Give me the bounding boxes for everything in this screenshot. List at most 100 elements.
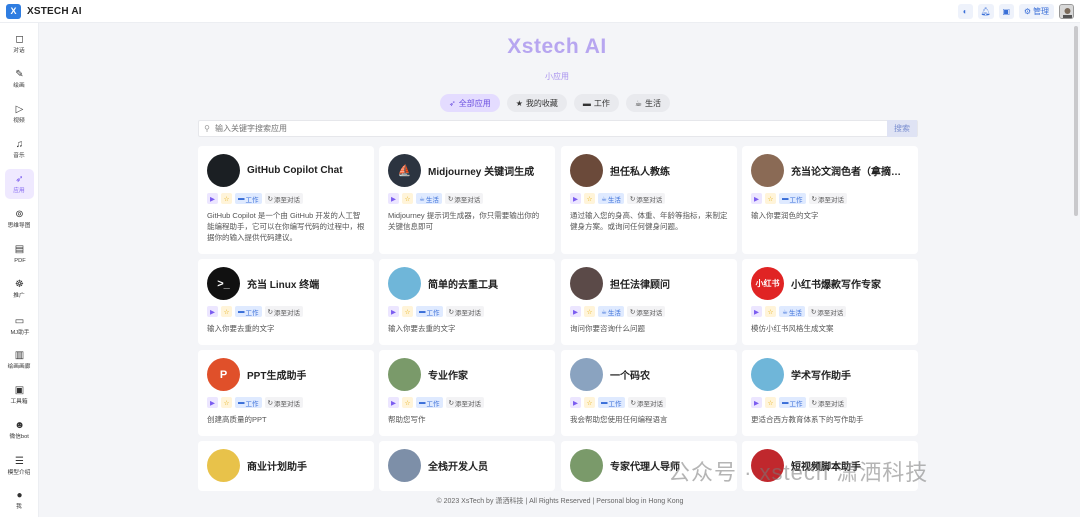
add-to-chat-button[interactable]: ↻ 添至对话 xyxy=(808,193,847,204)
star-icon[interactable]: ☆ xyxy=(402,193,413,204)
add-to-chat-button[interactable]: ↻ 添至对话 xyxy=(626,306,666,317)
app-description: 更适合西方教育体系下的写作助手 xyxy=(751,415,864,424)
add-to-chat-button[interactable]: ↻ 添至对话 xyxy=(626,193,666,204)
app-card[interactable]: 专业作家 ▶ ☆ ▬ 工作 ↻ 添至对话 帮助您写作 xyxy=(379,350,555,436)
app-card[interactable]: 一个码农 ▶ ☆ ▬ 工作 ↻ 添至对话 我会帮助您使用任何编程语言 xyxy=(561,350,737,436)
app-tags: ▶ ☆ ▬ 工作 ↻ 添至对话 xyxy=(207,306,365,317)
sidebar-item-tools[interactable]: ▣ 工具箱 xyxy=(5,380,34,410)
play-icon[interactable]: ▶ xyxy=(207,193,218,204)
search-button[interactable]: 搜索 xyxy=(887,120,917,137)
add-to-chat-button[interactable]: ↻ 添至对话 xyxy=(445,306,484,317)
app-card[interactable]: 全栈开发人员 xyxy=(379,441,555,491)
play-icon[interactable]: ▶ xyxy=(570,306,581,317)
play-icon[interactable]: ▶ xyxy=(751,306,762,317)
star-icon[interactable]: ☆ xyxy=(584,397,595,408)
add-chat-icon: ↻ xyxy=(448,308,454,316)
page-subtitle: 小应用 xyxy=(545,72,569,81)
sidebar-item-mj[interactable]: ▭ MJ助手 xyxy=(5,311,34,341)
add-to-chat-label: 添至对话 xyxy=(817,196,844,204)
theme-icon[interactable]: ◐ xyxy=(957,3,973,19)
add-chat-icon: ↻ xyxy=(447,195,454,203)
tab-category[interactable]: ★ 我的收藏 xyxy=(506,94,567,112)
star-icon[interactable]: ☆ xyxy=(765,397,776,408)
search-input[interactable] xyxy=(215,124,887,133)
app-card[interactable]: GitHub Copilot Chat ▶ ☆ ▬ 工作 ↻ 添至对话 GitHub Copi… xyxy=(198,146,374,254)
app-description: 我会帮助您使用任何编程语言 xyxy=(570,415,668,424)
play-icon[interactable]: ▶ xyxy=(388,306,399,317)
add-to-chat-label: 添至对话 xyxy=(273,400,300,408)
bell-icon[interactable]: 🔔︎ xyxy=(977,3,994,19)
sidebar-item-me[interactable]: ● 我 xyxy=(5,485,34,515)
star-icon[interactable]: ☆ xyxy=(584,193,595,204)
app-card[interactable]: ⛵ Midjourney 关键词生成 ▶ ☆ ☕ 生活 ↻ 添至对话 Midjourney 提示… xyxy=(379,146,555,254)
user-avatar[interactable] xyxy=(1059,3,1074,19)
add-to-chat-button[interactable]: ↻ 添至对话 xyxy=(627,397,666,408)
play-icon[interactable]: ▶ xyxy=(751,193,762,204)
play-icon[interactable]: ▶ xyxy=(751,397,762,408)
play-icon[interactable]: ▶ xyxy=(570,397,581,408)
play-icon[interactable]: ▶ xyxy=(207,306,218,317)
app-card[interactable]: 学术写作助手 ▶ ☆ ▬ 工作 ↻ 添至对话 更适合西方教育体系下的写作助手 xyxy=(742,350,918,436)
star-icon[interactable]: ☆ xyxy=(765,193,776,204)
sidebar-item-gallery[interactable]: ▥ 绘画画廊 xyxy=(5,345,34,375)
star-icon[interactable]: ☆ xyxy=(402,306,413,317)
sidebar-item-mindmap[interactable]: ⊚ 思维导图 xyxy=(5,204,34,234)
app-card[interactable]: P PPT生成助手 ▶ ☆ ▬ 工作 ↻ 添至对话 创建高质量的PPT xyxy=(198,350,374,436)
briefcase-icon: ▬ xyxy=(419,399,426,406)
sidebar-item-draw[interactable]: ✎ 绘画 xyxy=(5,64,34,94)
gift-icon[interactable]: ▣ xyxy=(998,3,1014,19)
play-icon[interactable]: ▶ xyxy=(388,193,399,204)
star-icon[interactable]: ☆ xyxy=(584,306,595,317)
app-card[interactable]: 小红书 小红书爆款写作专家 ▶ ☆ ☕ 生活 ↻ 添至对话 模仿小红书风格生成文案 xyxy=(742,259,918,345)
add-to-chat-button[interactable]: ↻ 添至对话 xyxy=(808,397,847,408)
tab-category[interactable]: ➶ 全部应用 xyxy=(440,94,500,112)
app-card[interactable]: 简单的去重工具 ▶ ☆ ▬ 工作 ↻ 添至对话 输入你要去重的文字 xyxy=(379,259,555,345)
app-tags: ▶ ☆ ☕ 生活 ↻ 添至对话 xyxy=(388,193,546,204)
app-card[interactable]: >_ 充当 Linux 终端 ▶ ☆ ▬ 工作 ↻ 添至对话 输入你要去重的文字 xyxy=(198,259,374,345)
tab-category[interactable]: ▬ 工作 xyxy=(573,94,619,112)
app-avatar-icon xyxy=(388,449,421,482)
sidebar-item-wechatbot[interactable]: ☻ 微信bot xyxy=(5,415,34,445)
sidebar-item-video[interactable]: ▷ 视频 xyxy=(5,99,34,129)
app-description: Midjourney 提示词生成器，你只需要输出你的关键信息即可 xyxy=(388,211,540,231)
app-card-header: 一个码农 xyxy=(570,358,728,391)
add-to-chat-label: 添至对话 xyxy=(817,400,844,408)
play-icon[interactable]: ▶ xyxy=(207,397,218,408)
app-avatar-icon: P xyxy=(207,358,240,391)
app-title: 全栈开发人员 xyxy=(428,462,488,473)
app-card[interactable]: 商业计划助手 xyxy=(198,441,374,491)
app-avatar-icon xyxy=(570,358,603,391)
manage-button[interactable]: ⚙ 管理 xyxy=(1018,3,1054,19)
sidebar-item-pdf[interactable]: ▤ PDF xyxy=(5,239,34,269)
scrollbar[interactable] xyxy=(1074,26,1078,216)
star-icon[interactable]: ☆ xyxy=(221,193,232,204)
add-to-chat-button[interactable]: ↻ 添至对话 xyxy=(444,193,484,204)
app-card[interactable]: 充当论文润色者（拿摘要部... ▶ ☆ ▬ 工作 ↻ 添至对话 输入你要润色的文字 xyxy=(742,146,918,254)
app-avatar-icon xyxy=(388,358,421,391)
app-title: PPT生成助手 xyxy=(247,371,307,382)
play-icon[interactable]: ▶ xyxy=(570,193,581,204)
add-to-chat-button[interactable]: ↻ 添至对话 xyxy=(264,193,303,204)
add-to-chat-label: 添至对话 xyxy=(636,309,663,317)
star-icon[interactable]: ☆ xyxy=(402,397,413,408)
sidebar-item-chat[interactable]: ◻ 对话 xyxy=(5,29,34,59)
tab-category[interactable]: ☕ 生活 xyxy=(625,94,671,112)
app-description: 模仿小红书风格生成文案 xyxy=(751,324,834,333)
add-to-chat-button[interactable]: ↻ 添至对话 xyxy=(445,397,484,408)
category-icon: ➶ xyxy=(449,98,456,108)
watermark: 公众号 · xstech 潇洒科技 xyxy=(668,460,929,485)
app-card[interactable]: 担任法律顾问 ▶ ☆ ☕ 生活 ↻ 添至对话 询问你要咨询什么问题 xyxy=(561,259,737,345)
star-icon[interactable]: ☆ xyxy=(221,397,232,408)
add-to-chat-button[interactable]: ↻ 添至对话 xyxy=(264,306,303,317)
app-logo[interactable]: X xyxy=(6,3,21,19)
sidebar-item-models[interactable]: ☰ 模型介绍 xyxy=(5,451,34,481)
add-to-chat-button[interactable]: ↻ 添至对话 xyxy=(264,397,303,408)
app-card[interactable]: 担任私人教练 ▶ ☆ ☕ 生活 ↻ 添至对话 通过输入您的身高、体重、年龄等指标，来制定健身方… xyxy=(561,146,737,254)
sidebar-item-apps[interactable]: ➶ 应用 xyxy=(5,169,34,199)
sidebar-item-music[interactable]: ♫ 音乐 xyxy=(5,134,34,164)
star-icon[interactable]: ☆ xyxy=(765,306,776,317)
star-icon[interactable]: ☆ xyxy=(221,306,232,317)
play-icon[interactable]: ▶ xyxy=(388,397,399,408)
add-to-chat-button[interactable]: ↻ 添至对话 xyxy=(807,306,847,317)
sidebar-item-promote[interactable]: ☸ 推广 xyxy=(5,274,34,304)
